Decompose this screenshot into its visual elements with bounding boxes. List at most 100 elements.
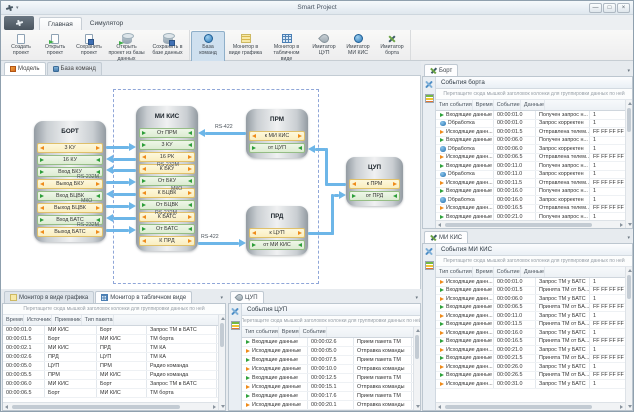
block-port-row[interactable]: От ПРМ: [139, 128, 195, 138]
legend-icon[interactable]: [231, 321, 240, 330]
packet-row[interactable]: 00:00:05.0 ЦУП ПРМ Радио команда: [3, 362, 218, 371]
group-by-hint[interactable]: Перетащите сюда мышкой заголовок колонки…: [242, 316, 420, 327]
dropdown-caret-icon[interactable]: ▾: [627, 68, 630, 74]
event-row[interactable]: Входящие данные 00:00:16.0 Получен запро…: [436, 188, 625, 197]
column-header[interactable]: Данные: [521, 267, 545, 277]
application-menu-button[interactable]: [4, 16, 34, 30]
scrollbar-thumb[interactable]: [445, 405, 592, 409]
event-row[interactable]: Исходящие данные 00:00:10.0 Отправка ком…: [242, 365, 413, 374]
ribbon-tab-simulyator[interactable]: Симулятор: [82, 17, 131, 30]
event-row[interactable]: Входящие данные 00:00:26.5 Принята ТМ от…: [436, 372, 625, 381]
column-header[interactable]: Время: [473, 100, 494, 110]
scrollbar-thumb[interactable]: [12, 405, 180, 409]
maximize-button[interactable]: □: [603, 3, 616, 13]
packet-row[interactable]: 00:00:05.5 ПРМ МИ КИС Радио команда: [3, 371, 218, 380]
event-row[interactable]: Обработка 00:00:11.0 Запрос корректен 1: [436, 171, 625, 180]
packet-row[interactable]: 00:00:01.5 Борт МИ КИС ТМ борта: [3, 335, 218, 344]
cup-simulator-button[interactable]: Имитатор ЦУП: [307, 31, 341, 64]
new-project-button[interactable]: Создать проект: [4, 31, 38, 64]
column-header[interactable]: Тип события: [242, 327, 279, 337]
scrollbar-thumb[interactable]: [415, 335, 419, 359]
tools-icon[interactable]: [425, 247, 434, 256]
event-row[interactable]: Входящие данные 00:00:12.5 Прием пакета …: [242, 374, 413, 383]
column-header[interactable]: Источник: [24, 315, 52, 325]
event-row[interactable]: Входящие данные 00:00:07.5 Прием пакета …: [242, 356, 413, 365]
group-by-hint[interactable]: Перетащите сюда мышкой заголовок колонки…: [436, 89, 632, 100]
diagram-block-prd[interactable]: ПРД к ЦУП от МИ КИС: [246, 206, 308, 255]
event-row[interactable]: Входящие данные 00:00:06.0 Получен запро…: [436, 137, 625, 146]
column-header[interactable]: Событие: [494, 267, 521, 277]
packet-row[interactable]: 00:00:06.0 МИ КИС Борт Запрос ТМ в БАТС: [3, 380, 218, 389]
vertical-scrollbar[interactable]: [625, 267, 632, 410]
block-port-row[interactable]: 3 КУ: [139, 140, 195, 150]
tab-mikis[interactable]: МИ КИС: [424, 231, 468, 243]
block-port-row[interactable]: к ЦУП: [249, 228, 305, 238]
event-row[interactable]: Обработка 00:00:16.0 Запрос корректен 1: [436, 196, 625, 205]
column-header[interactable]: Тип пакета: [82, 315, 114, 325]
event-row[interactable]: Исходящие данн... 00:00:21.0 Запрос ТМ у…: [436, 346, 625, 355]
event-row[interactable]: Исходящие данные 00:00:20.1 Отправка ком…: [242, 401, 413, 410]
event-row[interactable]: Обработка 00:00:01.0 Запрос корректен 1: [436, 120, 625, 129]
column-header[interactable]: Приемник: [52, 315, 82, 325]
graph-monitor-button[interactable]: Монитор в виде графика: [225, 31, 266, 64]
vertical-scrollbar[interactable]: [413, 327, 420, 410]
quick-access-caret-icon[interactable]: ▾: [16, 5, 19, 11]
diagram-block-mikis[interactable]: МИ КИС От ПРМ 3 КУ: [136, 106, 198, 251]
event-row[interactable]: Исходящие данн... 00:00:31.0 Запрос ТМ у…: [436, 380, 625, 389]
packet-row[interactable]: 00:00:02.6 ПРД ЦУП ТМ КА: [3, 353, 218, 362]
vertical-scrollbar[interactable]: [218, 315, 225, 410]
command-base-button[interactable]: База команд: [191, 31, 225, 64]
dropdown-caret-icon[interactable]: ▾: [415, 295, 418, 301]
packet-row[interactable]: 00:00:06.5 Борт МИ КИС ТМ борта: [3, 389, 218, 398]
block-port-row[interactable]: от ЦУП: [249, 143, 305, 153]
event-row[interactable]: Входящие данные 00:00:16.5 Принята ТМ от…: [436, 338, 625, 347]
open-project-button[interactable]: Открыть проект: [38, 31, 72, 64]
block-port-row[interactable]: Выход БЦВК: [37, 203, 103, 213]
tools-icon[interactable]: [425, 80, 434, 89]
event-row[interactable]: Исходящие данн... 00:00:01.5 Отправлена …: [436, 128, 625, 137]
event-row[interactable]: Входящие данные 00:00:21.5 Принята ТМ от…: [436, 355, 625, 364]
event-row[interactable]: Входящие данные 00:00:11.5 Принята ТМ от…: [436, 321, 625, 330]
column-header[interactable]: Тип события: [436, 267, 473, 277]
block-port-row[interactable]: от ПРД: [349, 191, 400, 201]
column-header[interactable]: Тип события: [436, 100, 473, 110]
column-header[interactable]: Событие: [494, 100, 521, 110]
event-row[interactable]: Исходящие данн... 00:00:11.0 Запрос ТМ у…: [436, 312, 625, 321]
packet-row[interactable]: 00:00:01.0 МИ КИС Борт Запрос ТМ в БАТС: [3, 326, 218, 335]
block-port-row[interactable]: к ПРМ: [349, 179, 400, 189]
tab-table-monitor[interactable]: Монитор в табличном виде: [95, 291, 192, 303]
diagram-block-prm[interactable]: ПРМ к МИ КИС от ЦУП: [246, 109, 308, 158]
packet-row[interactable]: 00:00:02.1 МИ КИС ПРД ТМ КА: [3, 344, 218, 353]
event-row[interactable]: Исходящие данн... 00:00:16.5 Отправлена …: [436, 205, 625, 214]
block-port-row[interactable]: От БЦВК: [139, 200, 195, 210]
save-project-button[interactable]: Сохранить проект: [72, 31, 106, 64]
close-button[interactable]: ×: [617, 3, 630, 13]
scrollbar-thumb[interactable]: [220, 323, 224, 347]
tab-command-base[interactable]: База команд: [47, 62, 102, 75]
diagram-block-cup[interactable]: ЦУП к ПРМ от ПРД: [346, 157, 403, 206]
ribbon-tab-glavnaya[interactable]: Главная: [39, 17, 82, 30]
event-row[interactable]: Обработка 00:00:06.0 Запрос корректен 1: [436, 145, 625, 154]
block-port-row[interactable]: Выход БАТС: [37, 227, 103, 237]
event-row[interactable]: Исходящие данн... 00:00:26.0 Запрос ТМ у…: [436, 363, 625, 372]
board-simulator-button[interactable]: Имитатор борта: [375, 31, 409, 64]
block-port-row[interactable]: Вход БЦВК: [37, 191, 103, 201]
event-row[interactable]: Исходящие данные 00:00:05.0 Отправка ком…: [242, 347, 413, 356]
tools-icon[interactable]: [231, 307, 240, 316]
block-port-row[interactable]: 3 КУ: [37, 143, 103, 153]
horizontal-scrollbar[interactable]: [436, 220, 625, 228]
event-row[interactable]: Исходящие данн... 00:00:11.5 Отправлена …: [436, 179, 625, 188]
tab-bort[interactable]: Борт: [424, 64, 458, 76]
block-port-row[interactable]: от МИ КИС: [249, 240, 305, 250]
tab-graph-monitor[interactable]: Монитор в виде графика: [4, 291, 94, 303]
tab-cup[interactable]: ЦУП: [230, 291, 264, 303]
minimize-button[interactable]: —: [589, 3, 602, 13]
block-port-row[interactable]: к МИ КИС: [249, 131, 305, 141]
event-row[interactable]: Исходящие данные 00:00:15.1 Отправка ком…: [242, 383, 413, 392]
dropdown-caret-icon[interactable]: ▾: [220, 295, 223, 301]
event-row[interactable]: Входящие данные 00:00:02.6 Прием пакета …: [242, 338, 413, 347]
block-port-row[interactable]: От БАТС: [139, 224, 195, 234]
block-port-row[interactable]: К БЦВК: [139, 188, 195, 198]
event-row[interactable]: Входящие данные 00:00:06.5 Принята ТМ от…: [436, 304, 625, 313]
mikis-simulator-button[interactable]: Имитатор МИ КИС: [341, 31, 375, 64]
